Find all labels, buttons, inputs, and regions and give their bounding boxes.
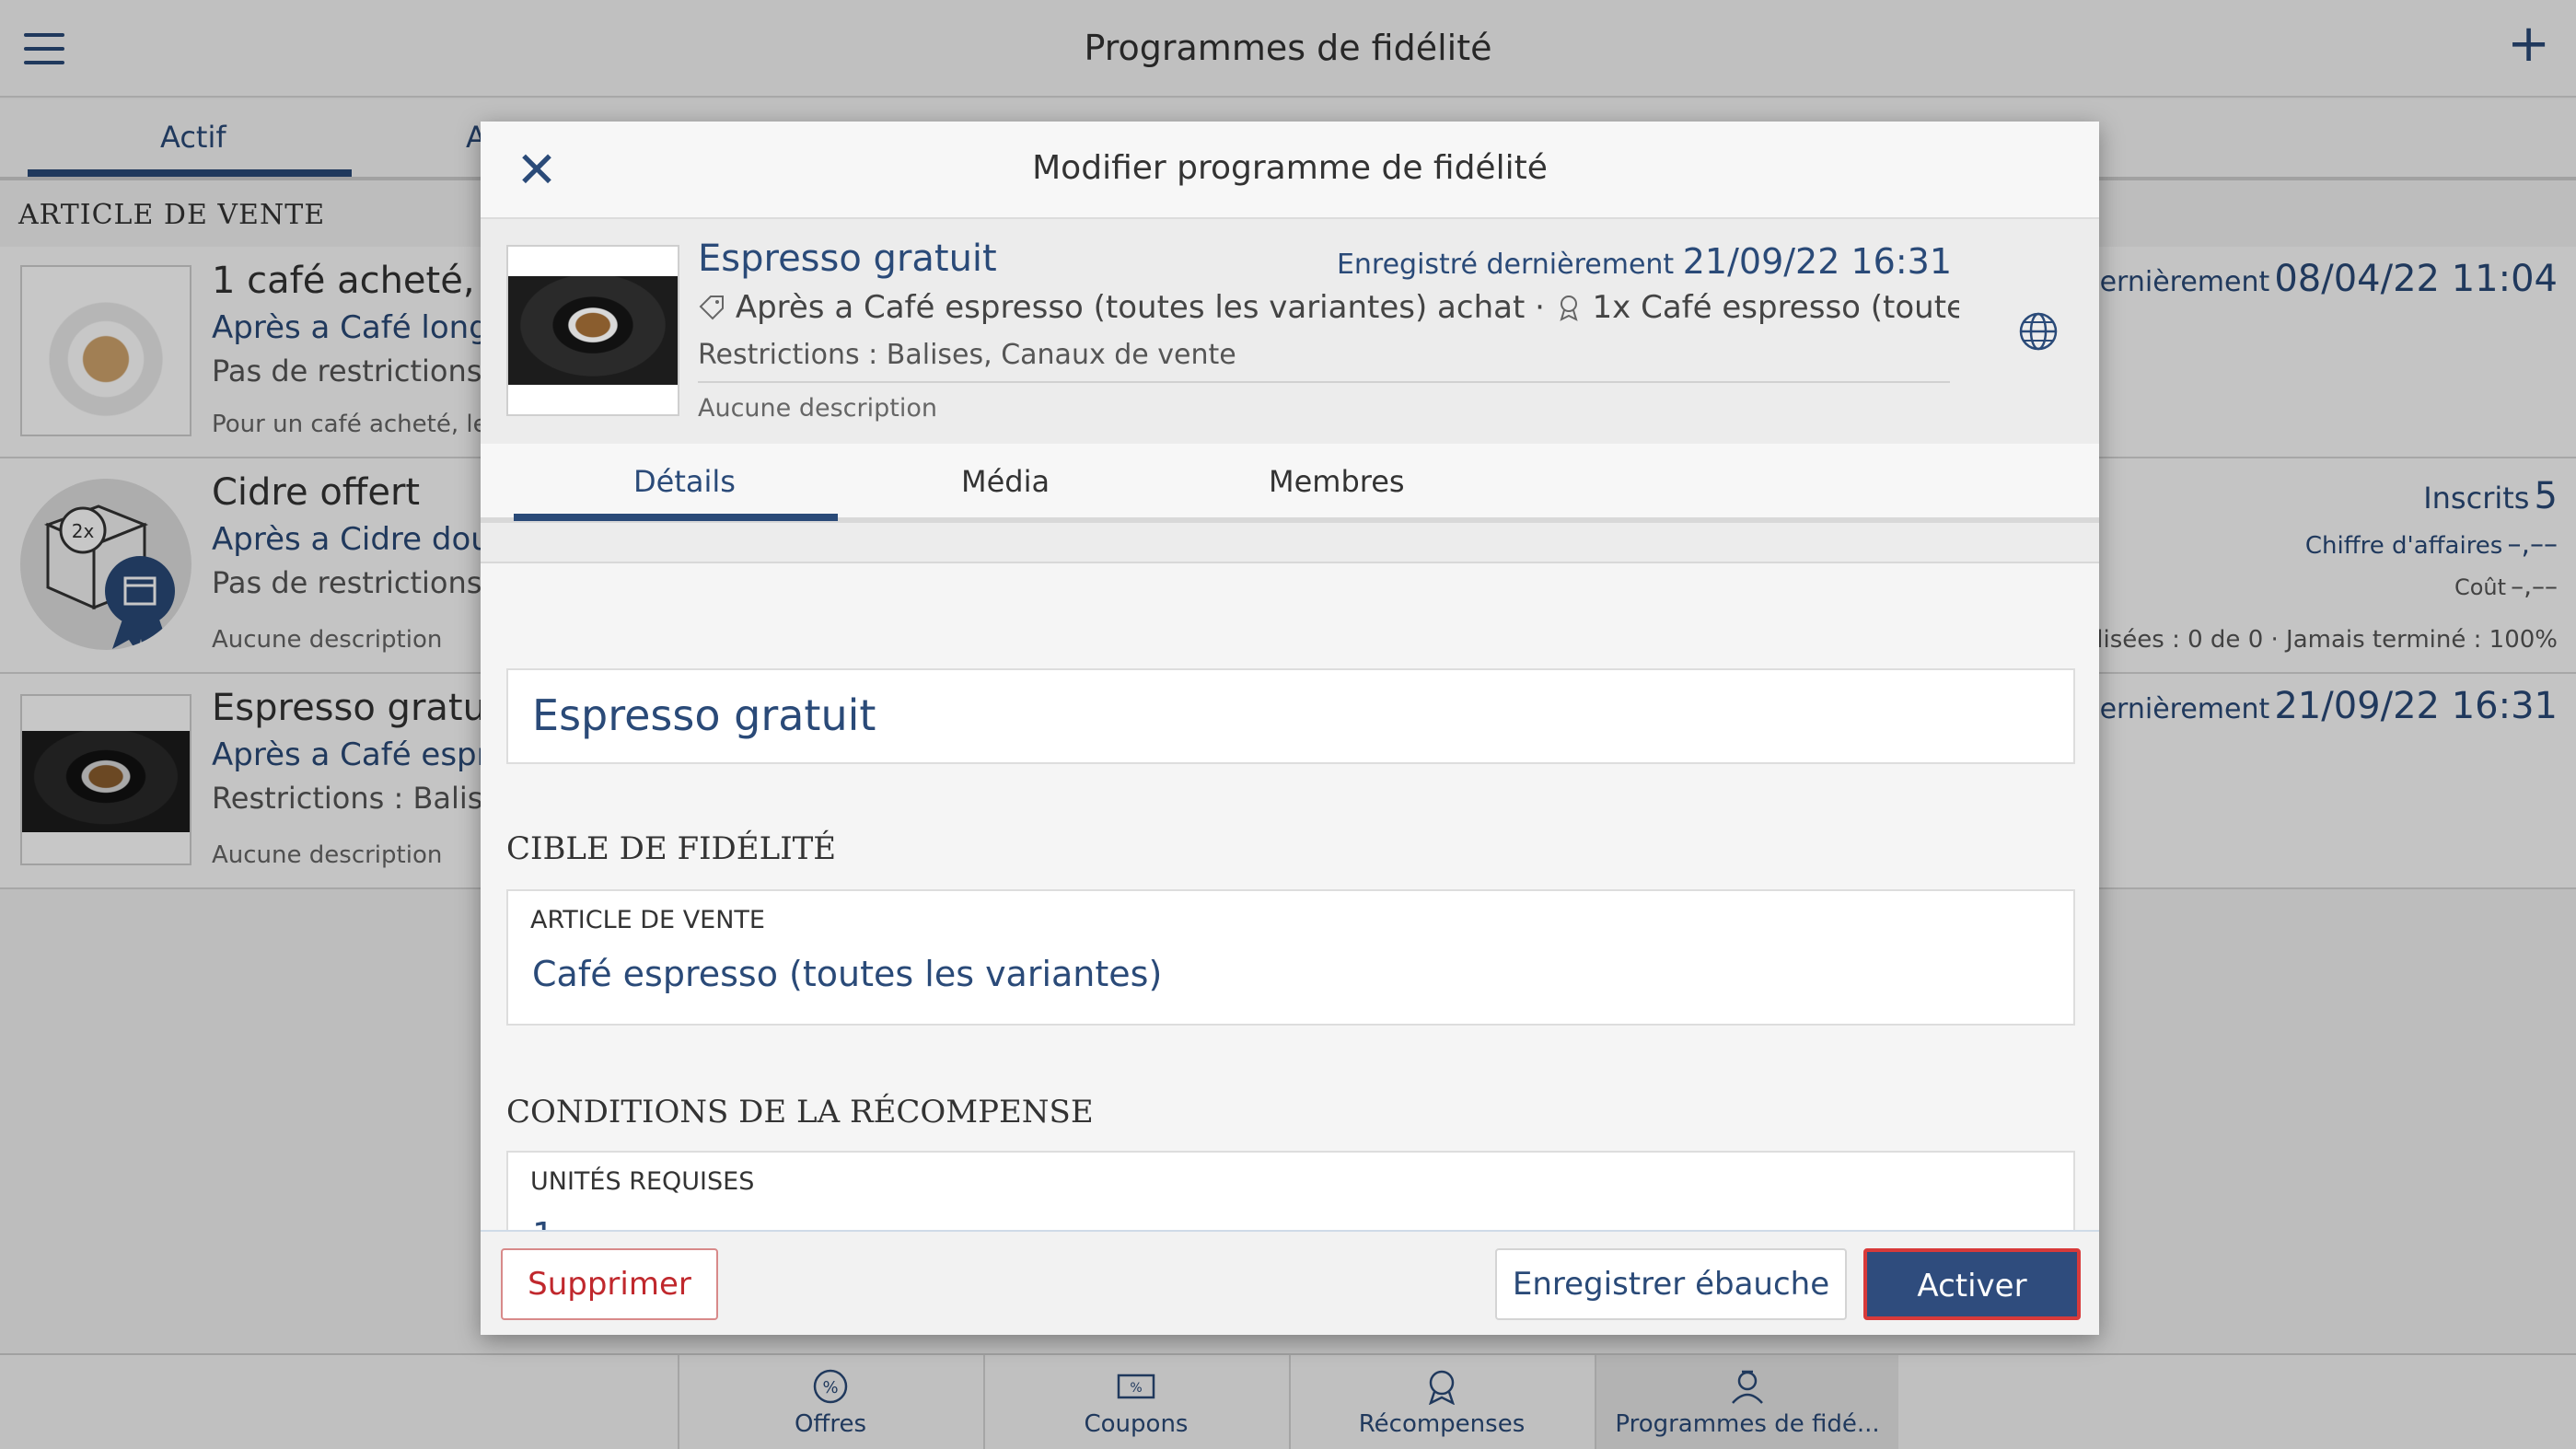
dialog-header: ✕ Modifier programme de fidélité bbox=[481, 122, 2099, 219]
tab-details[interactable]: Détails bbox=[633, 464, 736, 499]
dialog-tabs: Détails Média Membres bbox=[481, 444, 2099, 523]
globe-icon[interactable] bbox=[2018, 311, 2059, 352]
dialog-footer: Supprimer Enregistrer ébauche Activer bbox=[481, 1230, 2099, 1335]
summary-restrictions: Restrictions : Balises, Canaux de vente bbox=[698, 339, 1236, 371]
save-draft-button[interactable]: Enregistrer ébauche bbox=[1495, 1248, 1847, 1320]
delete-button[interactable]: Supprimer bbox=[501, 1248, 718, 1320]
summary-trigger-reward: Après a Café espresso (toutes les varian… bbox=[698, 289, 1959, 326]
program-name-field[interactable]: Espresso gratuit bbox=[506, 668, 2075, 764]
active-tab-indicator bbox=[514, 514, 838, 521]
summary-last-saved: Enregistré dernièrement 21/09/22 16:31 bbox=[1336, 241, 1952, 282]
sale-article-field[interactable]: ARTICLE DE VENTE Café espresso (toutes l… bbox=[506, 889, 2075, 1026]
conditions-heading: CONDITIONS DE LA RÉCOMPENSE bbox=[506, 1094, 1094, 1130]
tab-media[interactable]: Média bbox=[961, 464, 1050, 499]
edit-program-dialog: ✕ Modifier programme de fidélité Espress… bbox=[481, 122, 2099, 1335]
required-units-field[interactable]: UNITÉS REQUISES 1 bbox=[506, 1151, 2075, 1230]
dialog-title: Modifier programme de fidélité bbox=[1032, 149, 1548, 187]
activate-button[interactable]: Activer bbox=[1863, 1248, 2081, 1320]
divider bbox=[698, 381, 1950, 383]
target-heading: CIBLE DE FIDÉLITÉ bbox=[506, 830, 837, 867]
tab-membres[interactable]: Membres bbox=[1269, 464, 1405, 499]
details-panel: Espresso gratuit CIBLE DE FIDÉLITÉ ARTIC… bbox=[481, 528, 2099, 1230]
app-root: Programmes de fidélité + Actif A ARTICLE… bbox=[0, 0, 2576, 1449]
summary-description: Aucune description bbox=[698, 394, 937, 423]
summary-name: Espresso gratuit bbox=[698, 238, 997, 280]
tag-icon bbox=[699, 296, 724, 320]
program-image bbox=[506, 245, 679, 416]
award-icon bbox=[1560, 296, 1578, 321]
